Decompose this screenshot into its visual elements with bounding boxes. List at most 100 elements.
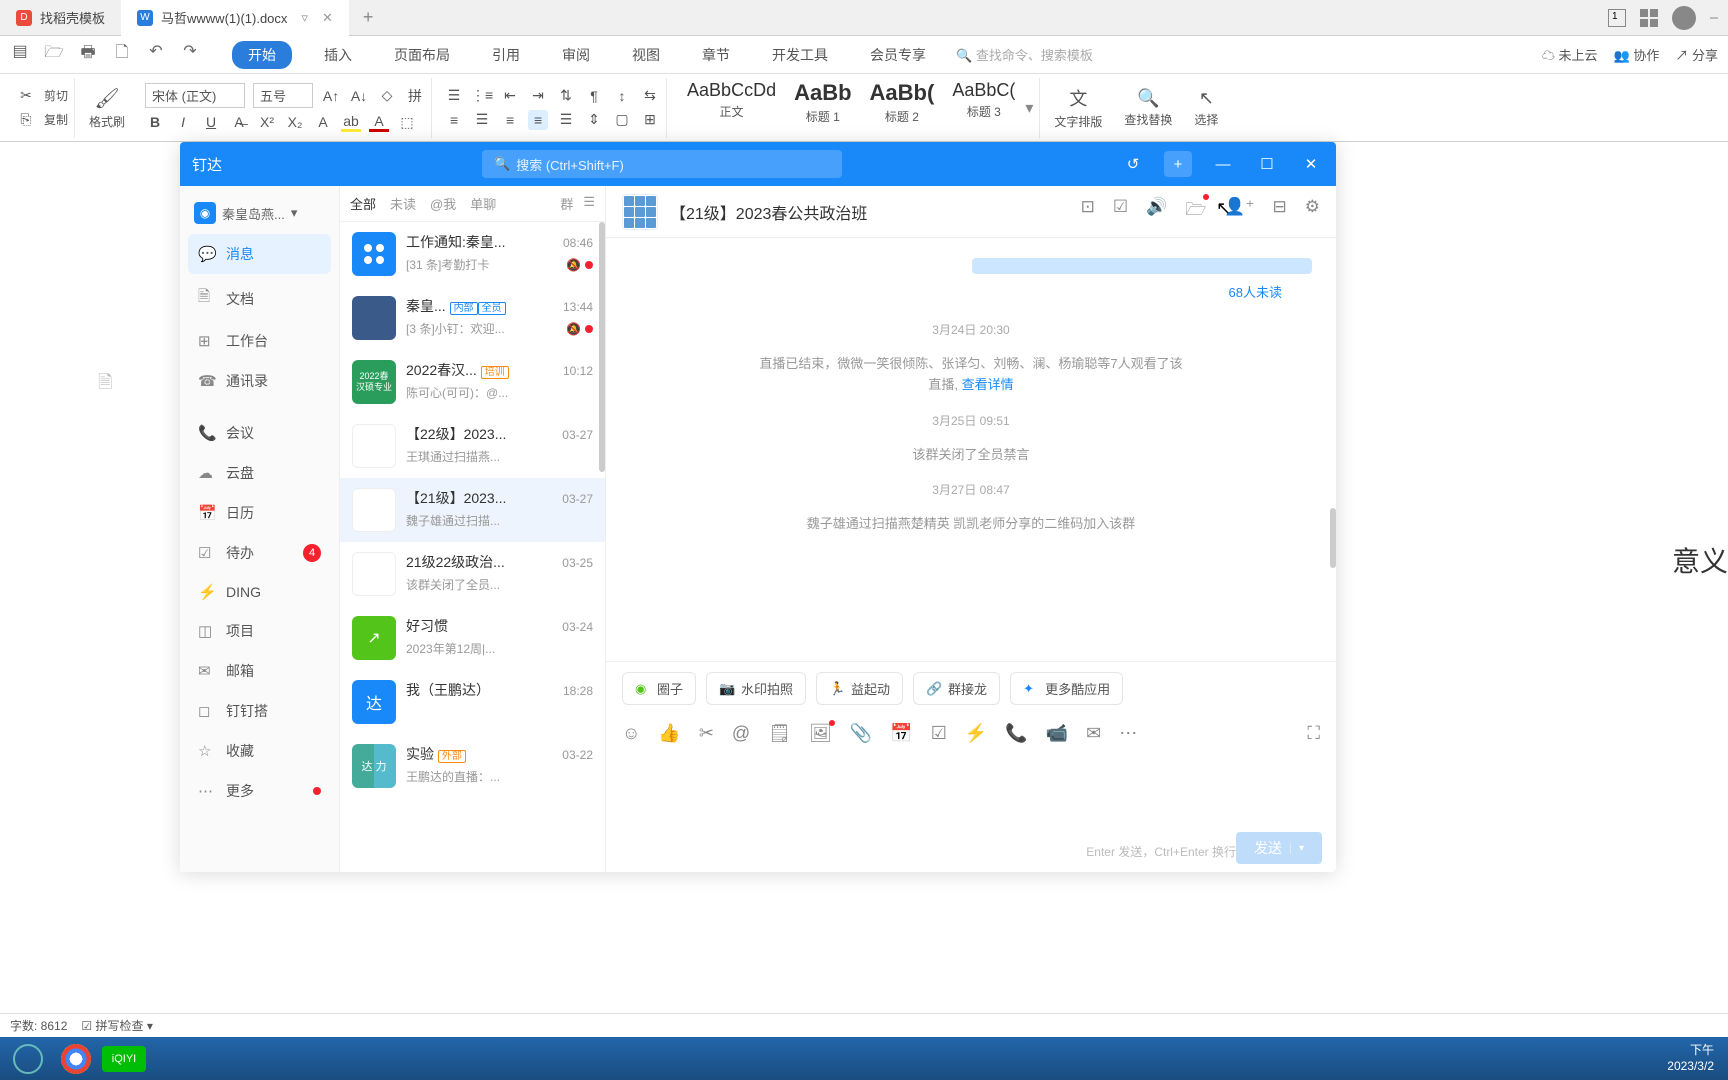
style-h2[interactable]: AaBb(标题 2 [862,78,943,138]
close-icon[interactable]: ✕ [1298,151,1324,177]
text-layout[interactable]: 文文字排版 [1046,78,1110,138]
text-effect-icon[interactable]: A [313,112,333,132]
conversation-item[interactable]: 秦皇... 内部全员13:44[3 条]小钉：欢迎...🔕 [340,286,605,350]
list-menu-icon[interactable]: ☰ [583,194,595,213]
chat-input-area[interactable]: Enter 发送，Ctrl+Enter 换行 发送▾ [606,752,1336,872]
indent-inc-icon[interactable]: ⇥ [528,86,548,106]
taskbar-edge[interactable] [4,1039,52,1079]
italic-icon[interactable]: I [173,112,193,132]
scissors-icon[interactable]: ✂ [699,723,714,744]
taskbar-iqiyi[interactable]: iQIYI [100,1039,148,1079]
char-border-icon[interactable]: ⬚ [397,112,417,132]
print-icon[interactable]: 🖶 [78,41,98,68]
tab-ref[interactable]: 引用 [482,41,530,69]
qapp-circle[interactable]: ◉圈子 [622,672,696,705]
nav-favorite[interactable]: ☆收藏 [180,731,339,771]
strike-icon[interactable]: A̶ [229,112,249,132]
tab-chapter[interactable]: 章节 [692,41,740,69]
send-options-icon[interactable]: ▾ [1290,843,1304,854]
conv-tab-single[interactable]: 单聊 [470,194,496,213]
tab-review[interactable]: 审阅 [552,41,600,69]
font-color-icon[interactable]: A [369,112,389,132]
clear-format-icon[interactable]: ◇ [377,86,397,106]
bold-icon[interactable]: B [145,112,165,132]
nav-meeting[interactable]: 📞会议 [180,413,339,453]
conv-tab-all[interactable]: 全部 [350,194,376,213]
user-avatar[interactable] [1672,6,1696,30]
cloud-status[interactable]: ☁ 未上云 [1542,45,1598,64]
qapp-yiqidong[interactable]: 🏃益起动 [816,672,903,705]
tab-dev[interactable]: 开发工具 [762,41,838,69]
font-selector[interactable]: 宋体 (正文) [145,83,245,108]
format-painter[interactable]: 🖌 格式刷 [81,78,133,138]
nav-more[interactable]: ⋯更多 [180,771,339,811]
word-count[interactable]: 字数: 8612 [10,1017,67,1034]
settings-icon[interactable]: ⚙ [1305,197,1320,226]
grow-font-icon[interactable]: A↑ [321,86,341,106]
message-bubble[interactable] [972,258,1312,274]
select-tool[interactable]: ↖选择 [1186,78,1226,138]
sort-icon[interactable]: ⇅ [556,86,576,106]
show-marks-icon[interactable]: ¶ [584,86,604,106]
bolt-icon[interactable]: ⚡ [965,723,987,744]
align-dist-icon[interactable]: ☰ [556,110,576,130]
video-rec-icon[interactable]: 📹 [1046,723,1068,744]
numbering-icon[interactable]: ⋮≡ [472,86,492,106]
scrollbar[interactable] [1330,508,1336,568]
conversation-item[interactable]: 工作通知:秦皇... 08:46[31 条]考勤打卡🔕 [340,222,605,286]
mention-icon[interactable]: @ [732,723,750,744]
conversation-item[interactable]: 达 力实验 外部03-22王鹏达的直播：... [340,734,605,798]
tab-icon[interactable]: ⇆ [640,86,660,106]
undo-icon[interactable]: ↶ [146,41,166,68]
redo-icon[interactable]: ↷ [180,41,200,68]
nav-project[interactable]: ◫项目 [180,611,339,651]
spell-check[interactable]: ☑ 拼写检查 ▾ [81,1017,152,1034]
subscript-icon[interactable]: X₂ [285,112,305,132]
file-icon[interactable]: 📎 [850,723,872,744]
open-icon[interactable]: 🗁 [44,41,64,68]
align-center-icon[interactable]: ☰ [472,110,492,130]
save-icon[interactable]: ▤ [10,41,30,68]
history-icon[interactable]: ↺ [1120,151,1146,177]
note-icon[interactable]: 🗒 [768,723,791,744]
video-icon[interactable]: ⊡ [1081,197,1095,226]
tab-layout[interactable]: 页面布局 [384,41,460,69]
conversation-item[interactable]: 【21级】2023... 03-27魏子雄通过扫描... [340,478,605,542]
more-tools-icon[interactable]: ⋯ [1119,723,1137,744]
task-icon[interactable]: ☑ [1113,197,1128,226]
send-button[interactable]: 发送▾ [1236,832,1322,864]
org-selector[interactable]: ◉ 秦皇岛燕... ▾ [180,194,339,232]
taskbar-chrome[interactable] [52,1039,100,1079]
calendar-add-icon[interactable]: 📅 [890,723,912,744]
tab-member[interactable]: 会员专享 [860,41,936,69]
conv-tab-unread[interactable]: 未读 [390,194,416,213]
bullets-icon[interactable]: ☰ [444,86,464,106]
styles-more-icon[interactable]: ▾ [1025,98,1033,118]
view-details-link[interactable]: 查看详情 [962,377,1014,392]
speaker-icon[interactable]: 🔊 [1146,197,1167,226]
nav-drive[interactable]: ☁云盘 [180,453,339,493]
tab-document[interactable]: W 马哲wwww(1)(1).docx ▿ ✕ [121,0,349,36]
call-icon[interactable]: 📞 [1005,723,1027,744]
conversation-item[interactable]: 达我（王鹏达） 18:28 [340,670,605,734]
qapp-watermark[interactable]: 📷水印拍照 [706,672,806,705]
scrollbar[interactable] [599,222,605,472]
chat-messages[interactable]: 68人未读 3月24日 20:30 直播已结束，微微一笑很倾陈、张译匀、刘畅、澜… [606,238,1336,661]
phonetic-icon[interactable]: 拼 [405,86,425,106]
conversation-item[interactable]: 【22级】2023... 03-27王琪通过扫描燕... [340,414,605,478]
nav-docs[interactable]: 🗎文档 [180,276,339,321]
command-search[interactable]: 🔍 查找命令、搜索模板 [956,45,1136,64]
nav-calendar[interactable]: 📅日历 [180,493,339,533]
nav-mail[interactable]: ✉邮箱 [180,651,339,691]
conversation-item[interactable]: 21级22级政治... 03-25该群关闭了全员... [340,542,605,606]
tab-insert[interactable]: 插入 [314,41,362,69]
copy-icon[interactable]: ⎘ [16,110,36,130]
qapp-more[interactable]: ✦更多酷应用 [1010,672,1123,705]
conv-tab-atme[interactable]: @我 [430,194,456,213]
maximize-icon[interactable]: ☐ [1254,151,1280,177]
cut-icon[interactable]: ✂ [16,86,36,106]
tab-view[interactable]: 视图 [622,41,670,69]
overflow-icon[interactable]: ⎯ [1710,9,1718,27]
borders-icon[interactable]: ⊞ [640,110,660,130]
align-left-icon[interactable]: ≡ [444,110,464,130]
